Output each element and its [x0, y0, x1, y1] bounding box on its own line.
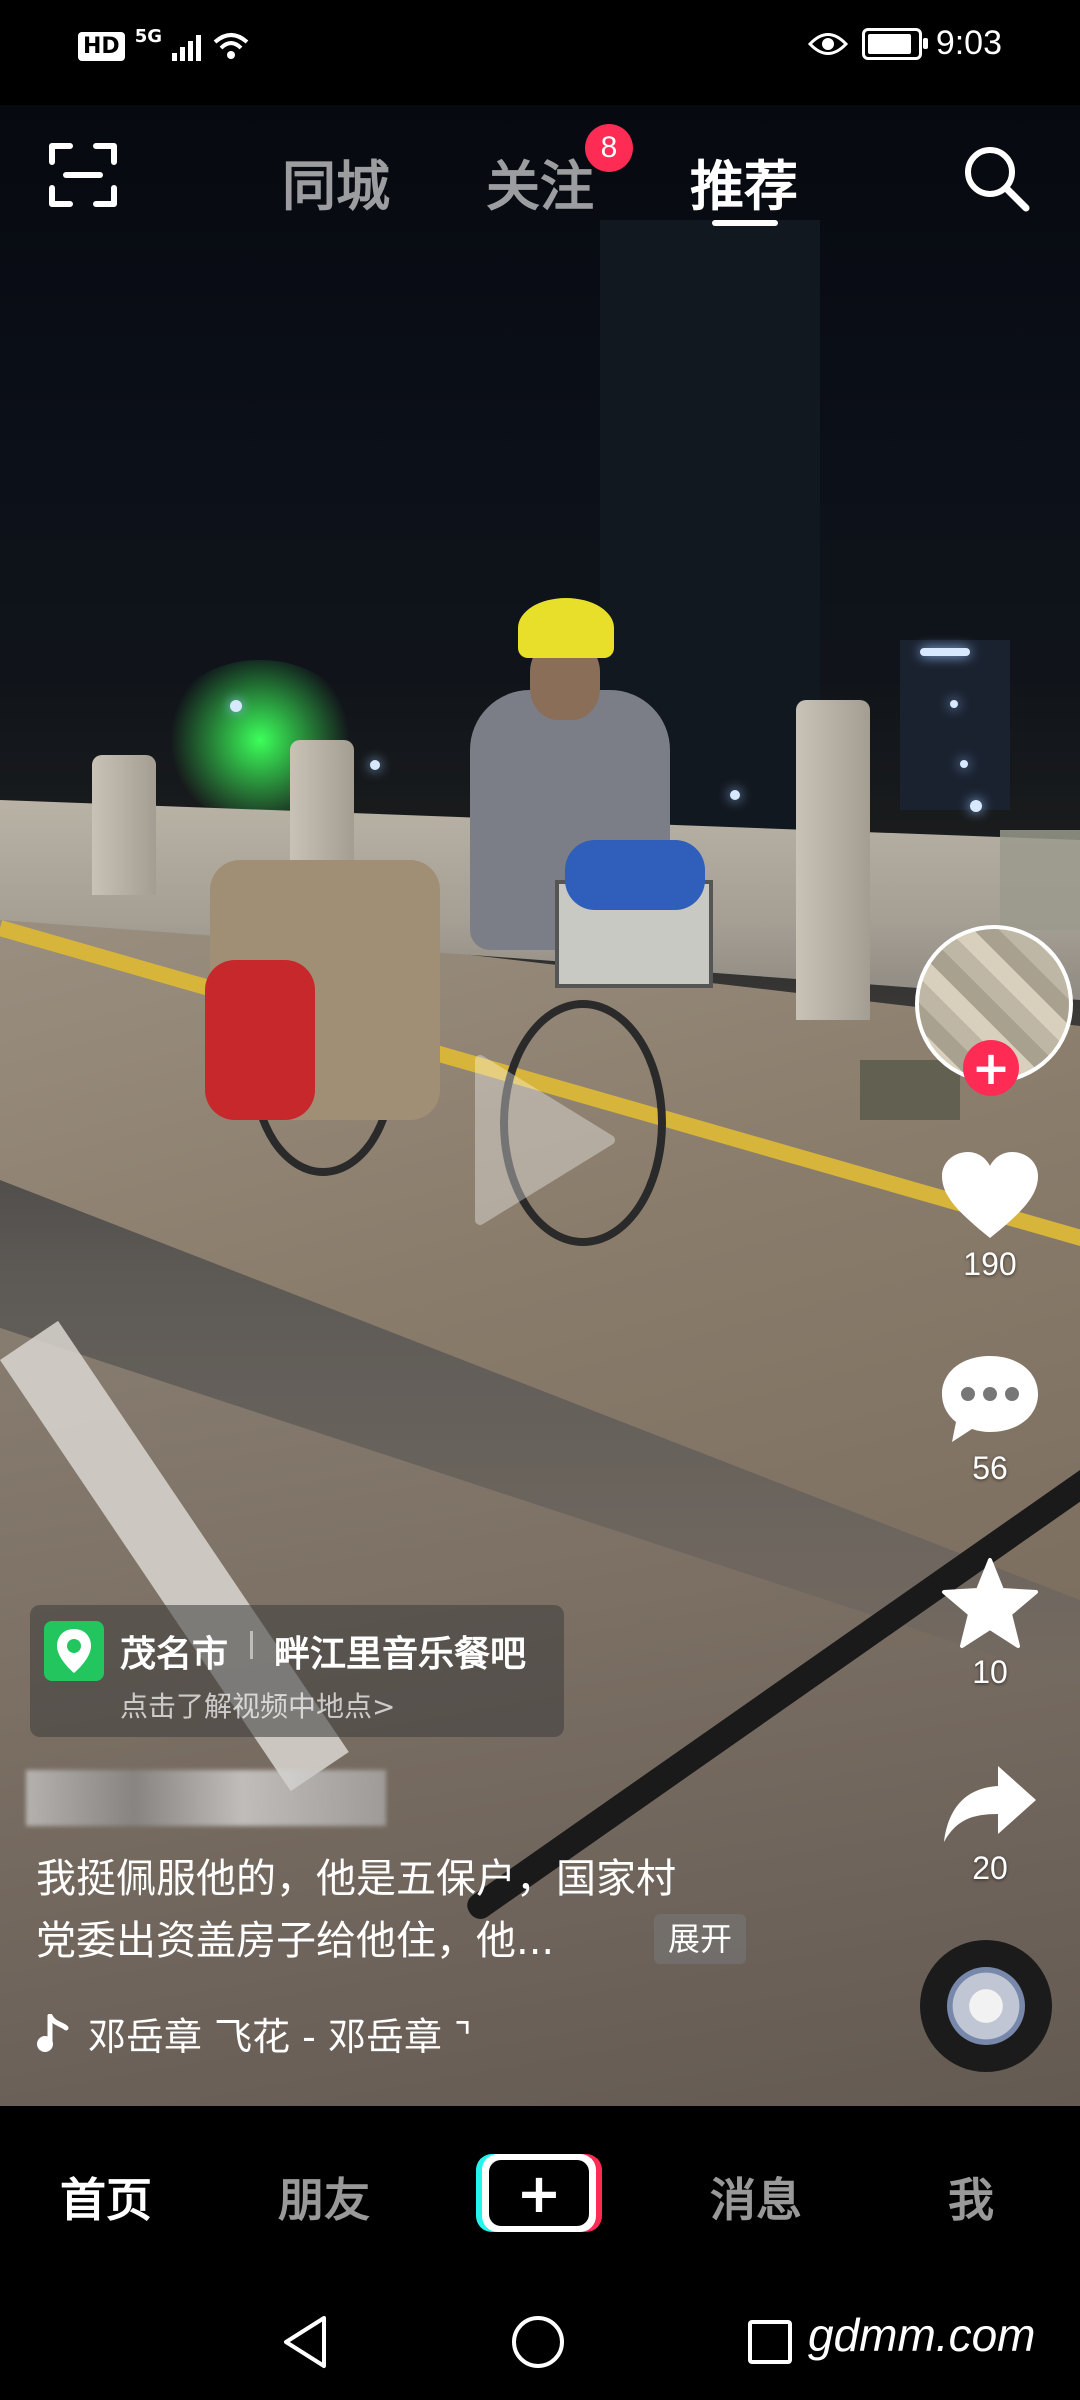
share-button[interactable]: 20 — [930, 1762, 1050, 1887]
play-icon[interactable] — [460, 1050, 620, 1230]
location-place: 畔江里音乐餐吧 — [274, 1634, 527, 1675]
star-icon — [942, 1558, 1038, 1648]
recent-apps-icon[interactable] — [748, 2320, 792, 2364]
music-text: 邓岳章 飞花 - 邓岳章 ⌝ — [88, 2015, 472, 2059]
status-left: HD 5G — [78, 26, 251, 62]
status-bar: HD 5G 9:03 — [0, 0, 1080, 105]
tab-nearby[interactable]: 同城 — [282, 142, 390, 221]
location-separator — [250, 1631, 253, 1659]
eye-icon — [807, 32, 848, 55]
plus-icon: + — [489, 2160, 589, 2226]
active-tab-indicator — [712, 220, 778, 226]
tab-messages[interactable]: 消息 — [710, 2164, 802, 2230]
signal-icon — [172, 31, 201, 61]
home-icon[interactable] — [512, 2316, 564, 2368]
author-username[interactable] — [26, 1770, 386, 1826]
tab-following[interactable]: 关注 — [486, 142, 594, 221]
location-hint: 点击了解视频中地点> — [120, 1690, 396, 1723]
battery-icon — [861, 27, 928, 60]
tab-home[interactable]: 首页 — [60, 2164, 152, 2230]
wifi-icon — [213, 33, 249, 59]
follow-button[interactable]: + — [963, 1040, 1019, 1096]
tab-recommended[interactable]: 推荐 — [690, 142, 798, 221]
scan-icon[interactable] — [48, 140, 118, 210]
comment-button[interactable]: 56 — [930, 1352, 1050, 1487]
like-button[interactable]: 190 — [930, 1150, 1050, 1283]
location-pin-icon — [44, 1621, 104, 1681]
clock: 9:03 — [935, 24, 1002, 62]
system-nav-bar: gdmm.com — [0, 2286, 1080, 2400]
share-icon — [944, 1766, 1036, 1842]
expand-button[interactable]: 展开 — [654, 1914, 747, 1964]
music-note-icon — [37, 2013, 69, 2052]
hd-indicator: HD — [78, 31, 125, 61]
watermark: gdmm.com — [808, 2309, 1036, 2361]
favorite-button[interactable]: 10 — [930, 1556, 1050, 1691]
tab-me[interactable]: 我 — [948, 2164, 994, 2230]
back-icon[interactable] — [280, 2314, 330, 2370]
tab-friends[interactable]: 朋友 — [278, 2164, 370, 2230]
like-count: 190 — [963, 1246, 1017, 1282]
share-count: 20 — [972, 1850, 1008, 1886]
favorite-count: 10 — [972, 1654, 1008, 1690]
heart-icon — [942, 1152, 1038, 1238]
following-badge: 8 — [585, 124, 633, 172]
music-disc[interactable] — [920, 1940, 1052, 2072]
network-type: 5G — [134, 25, 162, 47]
location-card[interactable]: 茂名市 畔江里音乐餐吧 点击了解视频中地点> — [30, 1605, 564, 1737]
top-nav: 同城 关注 8 推荐 — [0, 120, 1080, 230]
music-cover — [947, 1967, 1025, 2045]
search-icon[interactable] — [960, 142, 1032, 214]
music-info[interactable]: 邓岳章 飞花 - 邓岳章 ⌝ — [36, 2006, 472, 2061]
create-button[interactable]: + — [476, 2154, 602, 2232]
comment-count: 56 — [972, 1450, 1008, 1486]
status-right: 9:03 — [807, 24, 1002, 63]
comment-icon — [942, 1356, 1038, 1442]
location-city: 茂名市 — [120, 1634, 229, 1675]
description-line-1: 我挺佩服他的，他是五保户，国家村 — [36, 1856, 676, 1902]
bottom-tab-bar: 首页 朋友 + 消息 我 — [0, 2106, 1080, 2286]
